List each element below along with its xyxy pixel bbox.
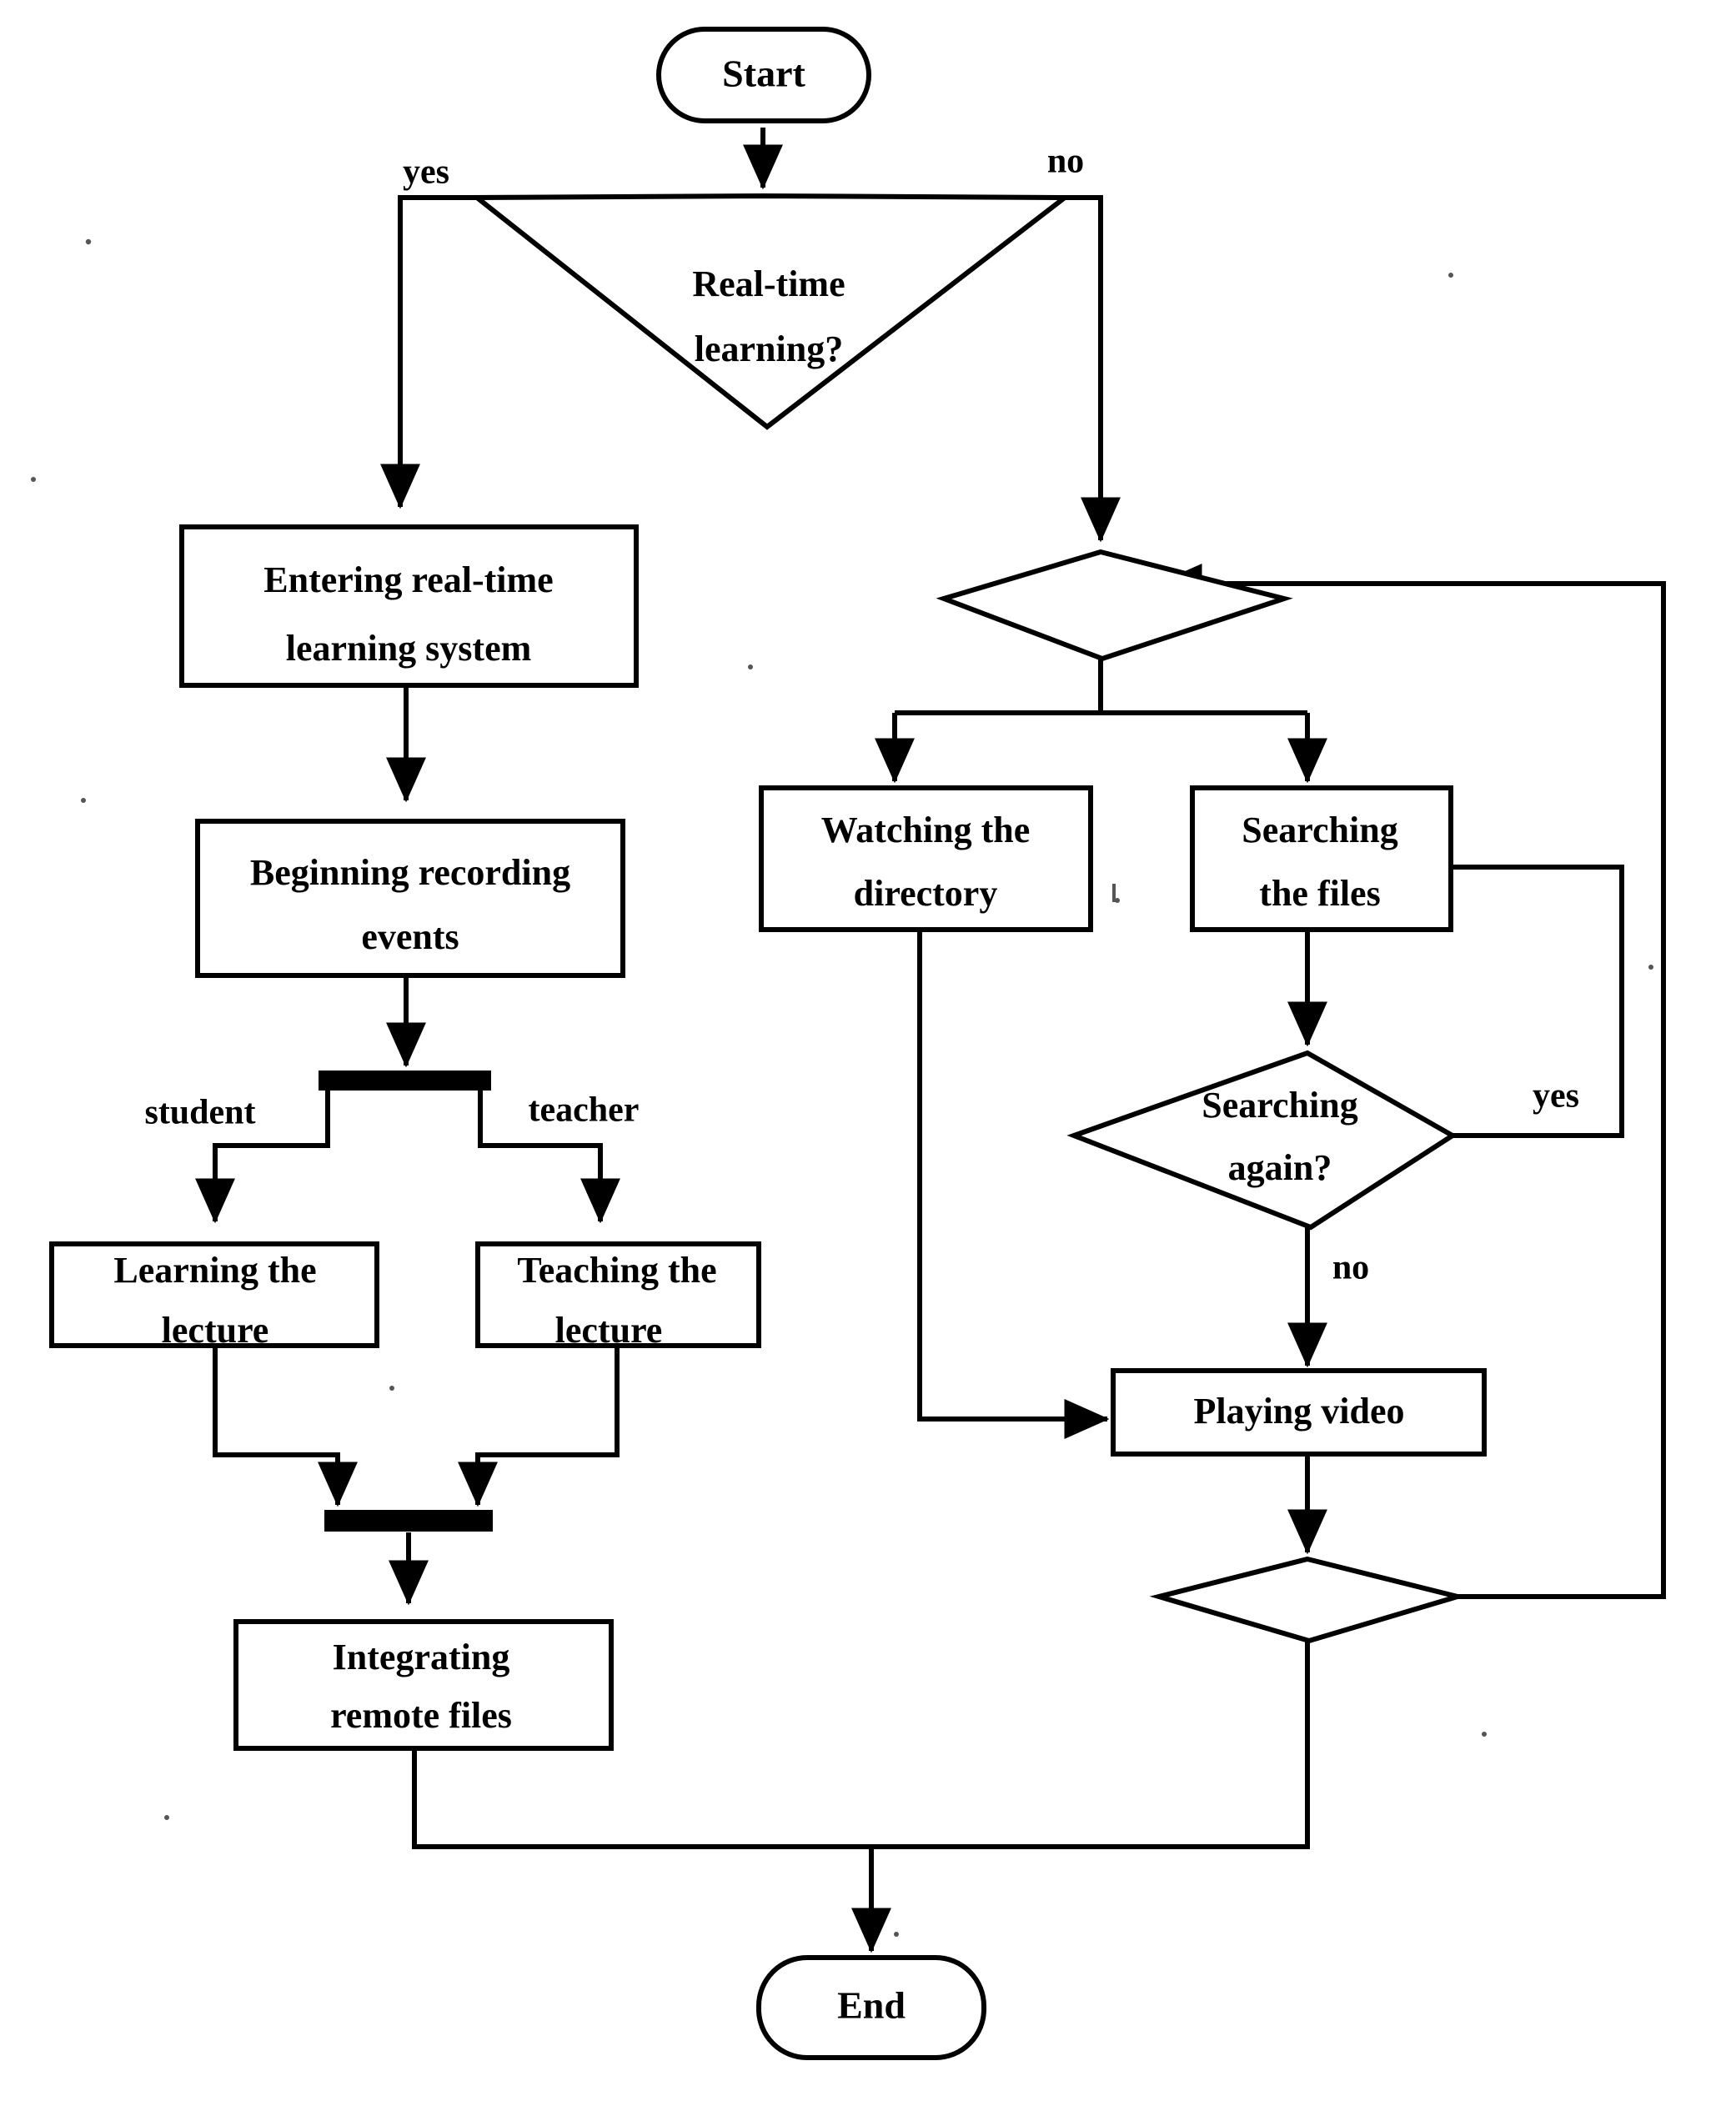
searching-files-label-line2: the files [1259, 873, 1380, 914]
edge-learning-to-join [213, 1346, 358, 1507]
node-decision-search-again[interactable]: Searching again? [1066, 1050, 1458, 1231]
edge-integrating-to-rail [412, 1748, 871, 1849]
edge-realtime-yes [380, 195, 477, 509]
edge-teaching-to-join [458, 1346, 620, 1507]
flowchart-svg: Start Real-time learning? Entering real-… [31, 27, 1666, 2060]
node-beginning-recording[interactable]: Beginning recording events [195, 819, 625, 978]
node-teaching-lecture[interactable]: Teaching the lecture [475, 1241, 761, 1351]
teaching-lecture-label-line1: Teaching the [517, 1250, 716, 1291]
node-learning-lecture[interactable]: Learning the lecture [49, 1241, 379, 1351]
edge-label-fork-student: student [144, 1094, 255, 1132]
decision-loop-shape [1149, 1556, 1468, 1644]
node-searching-files[interactable]: Searching the files [1190, 785, 1453, 932]
decision-search-again-label-line1: Searching [1202, 1085, 1357, 1126]
edge-watching-to-playing [917, 928, 1110, 1439]
node-integrating-files[interactable]: Integrating remote files [233, 1619, 614, 1751]
decision-realtime-label-line2: learning? [695, 328, 843, 369]
beginning-recording-label-line1: Beginning recording [250, 852, 570, 893]
start-label: Start [722, 53, 805, 95]
edge-realtime-no [1065, 195, 1121, 543]
flowchart-canvas: Start Real-time learning? Entering real-… [0, 0, 1736, 2116]
decision-realtime-shape [469, 193, 1072, 430]
learning-lecture-label-line2: lecture [162, 1310, 269, 1351]
searching-files-label-line1: Searching [1242, 810, 1397, 850]
edge-label-realtime-no: no [1047, 143, 1084, 181]
watching-directory-label-line1: Watching the [821, 810, 1031, 850]
node-watching-directory[interactable]: Watching the directory [759, 785, 1093, 932]
entering-system-label-line1: Entering real-time [263, 559, 553, 600]
node-decision-browse[interactable] [936, 549, 1293, 662]
edge-label-search-again-no: no [1332, 1249, 1369, 1287]
teaching-lecture-label-line2: lecture [555, 1310, 663, 1351]
learning-lecture-label-line1: Learning the [113, 1250, 316, 1291]
end-label: End [837, 1984, 906, 2027]
entering-system-label-line2: learning system [286, 628, 532, 669]
edge-label-search-again-yes: yes [1533, 1077, 1579, 1116]
node-join-bar [324, 1510, 493, 1532]
node-decision-loop[interactable] [1149, 1556, 1468, 1644]
node-playing-video[interactable]: Playing video [1111, 1368, 1487, 1457]
beginning-recording-label-line2: events [361, 916, 459, 957]
playing-video-label: Playing video [1193, 1391, 1404, 1432]
node-fork-bar [319, 1071, 491, 1091]
edge-label-fork-teacher: teacher [529, 1091, 640, 1130]
integrating-files-label-line2: remote files [330, 1695, 512, 1736]
node-start[interactable]: Start [656, 27, 871, 123]
decision-search-again-shape [1066, 1050, 1458, 1231]
decision-browse-shape [936, 549, 1293, 662]
watching-directory-label-line2: directory [854, 873, 998, 914]
decision-search-again-label-line2: again? [1228, 1147, 1332, 1188]
edge-label-realtime-yes: yes [403, 153, 449, 192]
node-end[interactable]: End [756, 1955, 986, 2060]
node-entering-system[interactable]: Entering real-time learning system [179, 524, 639, 688]
integrating-files-label-line1: Integrating [333, 1637, 510, 1677]
decision-realtime-label-line1: Real-time [692, 263, 845, 304]
node-decision-realtime[interactable]: Real-time learning? [469, 193, 1072, 430]
